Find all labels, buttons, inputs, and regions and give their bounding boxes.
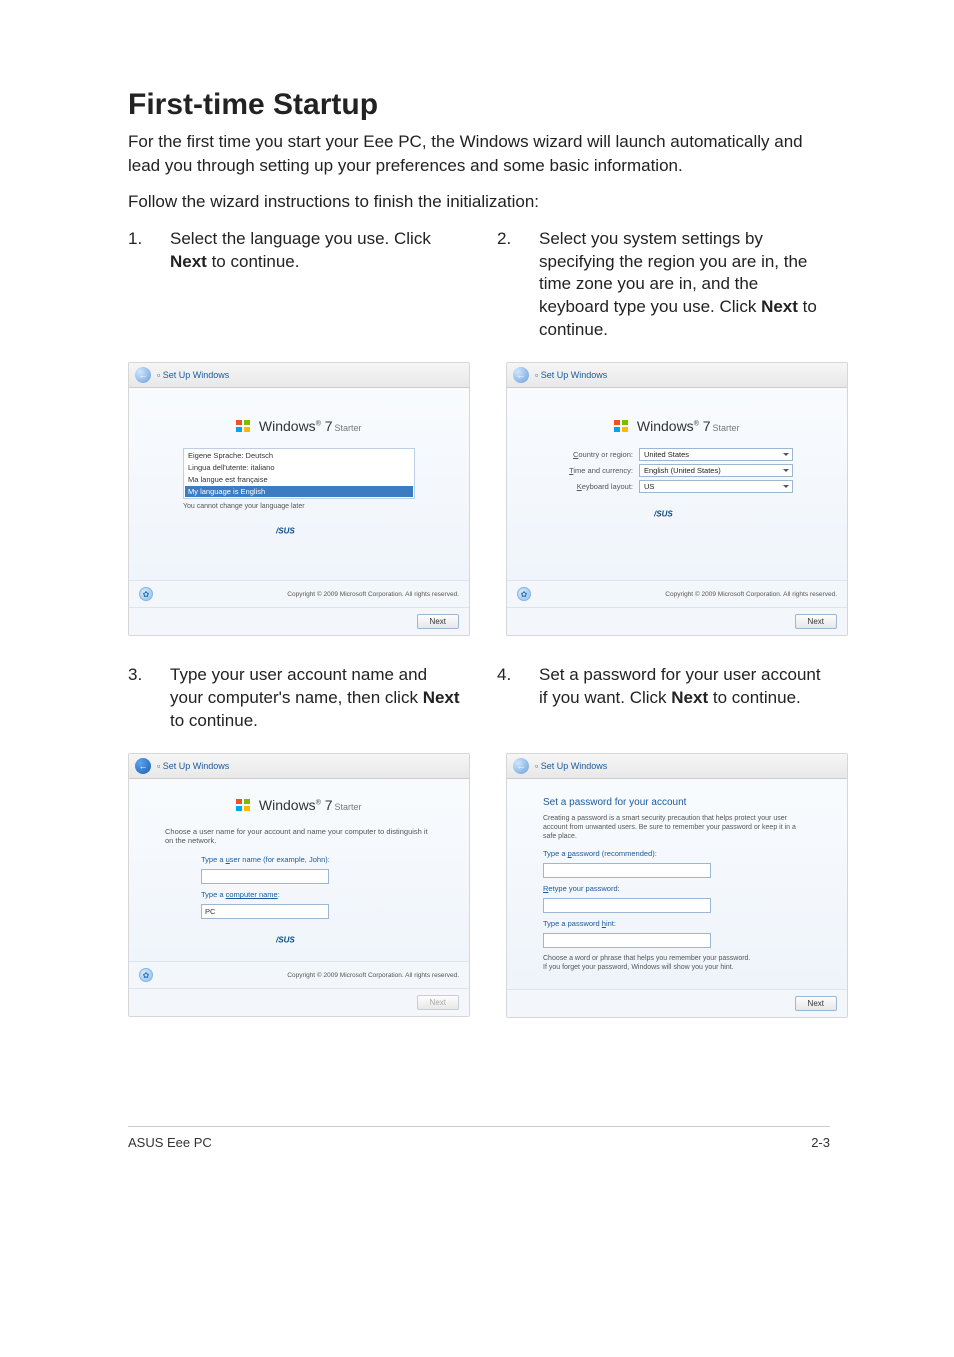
country-row: Country or region: United States xyxy=(561,448,793,461)
retype-label: Retype your password: xyxy=(543,884,811,893)
page-footer: ASUS Eee PC 2-3 xyxy=(128,1126,830,1176)
step-number: 1. xyxy=(128,228,146,274)
field-label: Country or region: xyxy=(561,450,633,459)
copyright-text: Copyright © 2009 Microsoft Corporation. … xyxy=(287,972,459,979)
setup-wizard-username: ← ▫ Set Up Windows Windows® 7Starter Cho… xyxy=(128,753,470,1017)
back-icon[interactable]: ← xyxy=(135,758,151,774)
footer-left: ASUS Eee PC xyxy=(128,1135,212,1150)
list-item[interactable]: Lingua dell'utente: italiano xyxy=(185,462,413,474)
time-row: Time and currency: English (United State… xyxy=(561,464,793,477)
wizard-footer: ✿ Copyright © 2009 Microsoft Corporation… xyxy=(129,961,469,988)
hint-label: Type a password hint: xyxy=(543,919,811,928)
next-button[interactable]: Next xyxy=(795,614,837,629)
step-1: 1. Select the language you use. Click Ne… xyxy=(128,228,461,274)
step-3: 3. Type your user account name and your … xyxy=(128,664,461,733)
computername-input[interactable] xyxy=(201,904,329,919)
account-link[interactable]: account xyxy=(264,827,290,836)
intro-text: For the first time you start your Eee PC… xyxy=(128,130,830,178)
step-text: Select you system settings by specifying… xyxy=(539,228,830,343)
windows-flag-icon xyxy=(236,420,250,432)
time-currency-select[interactable]: English (United States) xyxy=(639,464,793,477)
window-title: ▫ Set Up Windows xyxy=(535,761,607,771)
next-button: Next xyxy=(417,995,459,1010)
asus-logo: /SUS xyxy=(561,505,793,523)
back-icon[interactable]: ← xyxy=(513,367,529,383)
step-4: 4. Set a password for your user account … xyxy=(497,664,830,710)
country-select[interactable]: United States xyxy=(639,448,793,461)
computername-label: Type a computer name: xyxy=(201,890,397,899)
asus-logo: /SUS xyxy=(183,522,415,540)
ease-of-access-icon[interactable]: ✿ xyxy=(517,587,531,601)
window-titlebar: ← ▫ Set Up Windows xyxy=(507,363,847,388)
wizard-button-row: Next xyxy=(129,607,469,635)
setup-wizard-language: ← ▫ Set Up Windows Windows® 7Starter Eig… xyxy=(128,362,470,636)
back-icon[interactable]: ← xyxy=(135,367,151,383)
step-number: 3. xyxy=(128,664,146,733)
windows-flag-icon xyxy=(236,799,250,811)
list-item[interactable]: Ma langue est française xyxy=(185,474,413,486)
next-button[interactable]: Next xyxy=(795,996,837,1011)
ease-of-access-icon[interactable]: ✿ xyxy=(139,587,153,601)
step-2: 2. Select you system settings by specify… xyxy=(497,228,830,343)
next-button[interactable]: Next xyxy=(417,614,459,629)
svg-text:/SUS: /SUS xyxy=(276,527,295,536)
windows-logo: Windows® 7Starter xyxy=(165,797,433,815)
password-heading: Set a password for your account xyxy=(543,797,811,808)
page-title: First-time Startup xyxy=(128,88,830,122)
username-label: Type a user name (for example, John): xyxy=(201,855,397,864)
back-icon[interactable]: ← xyxy=(513,758,529,774)
copyright-text: Copyright © 2009 Microsoft Corporation. … xyxy=(665,591,837,598)
window-title: ▫ Set Up Windows xyxy=(157,761,229,771)
keyboard-select[interactable]: US xyxy=(639,480,793,493)
svg-text:/SUS: /SUS xyxy=(276,935,295,944)
step-text: Select the language you use. Click Next … xyxy=(170,228,461,274)
field-label: Keyboard layout: xyxy=(561,482,633,491)
step-number: 2. xyxy=(497,228,515,343)
username-subtitle: Choose a user name for your account and … xyxy=(165,827,433,845)
wizard-footer: ✿ Copyright © 2009 Microsoft Corporation… xyxy=(507,580,847,607)
wizard-button-row: Next xyxy=(507,989,847,1017)
hint-input[interactable] xyxy=(543,933,711,948)
window-titlebar: ← ▫ Set Up Windows xyxy=(507,754,847,779)
password-label: Type a password (recommended): xyxy=(543,849,811,858)
username-input[interactable] xyxy=(201,869,329,884)
wizard-button-row: Next xyxy=(129,988,469,1016)
language-note: You cannot change your language later xyxy=(183,503,415,510)
windows-logo: Windows® 7Starter xyxy=(561,418,793,436)
window-titlebar: ← ▫ Set Up Windows xyxy=(129,363,469,388)
hint-note: Choose a word or phrase that helps you r… xyxy=(543,954,811,972)
copyright-text: Copyright © 2009 Microsoft Corporation. … xyxy=(287,591,459,598)
windows-flag-icon xyxy=(614,420,628,432)
ease-of-access-icon[interactable]: ✿ xyxy=(139,968,153,982)
computer-name-link[interactable]: computer name xyxy=(226,890,278,899)
field-label: Time and currency: xyxy=(561,466,633,475)
asus-logo: /SUS xyxy=(165,931,433,949)
setup-wizard-password: ← ▫ Set Up Windows Set a password for yo… xyxy=(506,753,848,1017)
wizard-button-row: Next xyxy=(507,607,847,635)
language-listbox[interactable]: Eigene Sprache: Deutsch Lingua dell'uten… xyxy=(183,448,415,499)
step-number: 4. xyxy=(497,664,515,710)
keyboard-row: Keyboard layout: US xyxy=(561,480,793,493)
window-titlebar: ← ▫ Set Up Windows xyxy=(129,754,469,779)
password-desc: Creating a password is a smart security … xyxy=(543,814,811,841)
step-text: Type your user account name and your com… xyxy=(170,664,461,733)
password-input[interactable] xyxy=(543,863,711,878)
svg-text:/SUS: /SUS xyxy=(654,510,673,519)
wizard-footer: ✿ Copyright © 2009 Microsoft Corporation… xyxy=(129,580,469,607)
windows-logo: Windows® 7Starter xyxy=(183,418,415,436)
lead-text: Follow the wizard instructions to finish… xyxy=(128,192,830,212)
window-title: ▫ Set Up Windows xyxy=(157,370,229,380)
footer-right: 2-3 xyxy=(811,1135,830,1150)
retype-password-input[interactable] xyxy=(543,898,711,913)
list-item[interactable]: Eigene Sprache: Deutsch xyxy=(185,450,413,462)
window-title: ▫ Set Up Windows xyxy=(535,370,607,380)
setup-wizard-region: ← ▫ Set Up Windows Windows® 7Starter Cou… xyxy=(506,362,848,636)
step-text: Set a password for your user account if … xyxy=(539,664,830,710)
list-item-selected[interactable]: My language is English xyxy=(185,486,413,498)
